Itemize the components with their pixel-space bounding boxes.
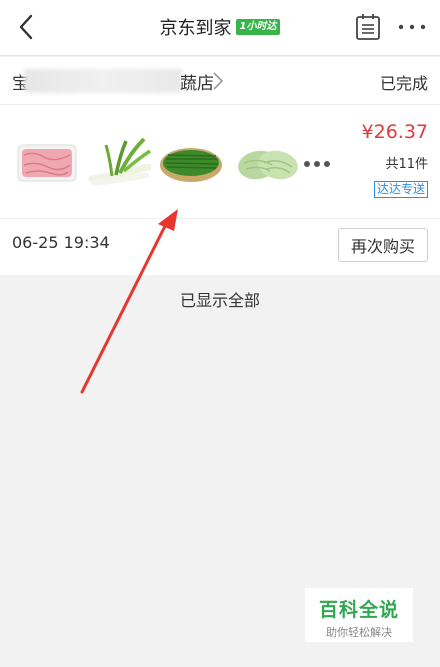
order-card: 宝 蔬店 已完成 ¥26.37 共11件 达达专送 06-25 19:34 再次… <box>0 57 440 275</box>
more-products-icon <box>304 161 330 167</box>
top-nav-bar: 京东到家 1小时达 <box>0 0 440 56</box>
order-price: ¥26.37 <box>361 121 428 143</box>
store-name-redacted <box>24 69 182 93</box>
order-status: 已完成 <box>379 74 428 93</box>
order-time: 06-25 19:34 <box>12 233 110 252</box>
bitter-gourd-image <box>238 150 298 180</box>
minced-meat-image <box>17 144 77 182</box>
watermark-logo: 百科全说 助你轻松解决 <box>305 588 413 642</box>
scallion-image <box>88 137 152 186</box>
product-list[interactable]: ¥26.37 共11件 达达专送 <box>0 105 440 219</box>
store-name-suffix: 蔬店 <box>180 74 214 94</box>
rebuy-button[interactable]: 再次购买 <box>338 228 428 262</box>
page-title: 京东到家 <box>159 18 232 39</box>
more-options-icon[interactable] <box>396 16 428 38</box>
watermark-subtitle: 助你轻松解决 <box>326 626 392 639</box>
item-count: 共11件 <box>385 157 428 172</box>
green-beans-image <box>160 148 222 182</box>
order-note-icon[interactable] <box>354 13 382 41</box>
store-row[interactable]: 宝 蔬店 已完成 <box>0 57 440 105</box>
one-hour-badge: 1小时达 <box>235 19 281 35</box>
chevron-right-icon <box>213 72 224 90</box>
watermark-title: 百科全说 <box>318 599 399 621</box>
all-shown-text: 已显示全部 <box>179 291 260 310</box>
delivery-tag: 达达专送 <box>373 181 428 198</box>
